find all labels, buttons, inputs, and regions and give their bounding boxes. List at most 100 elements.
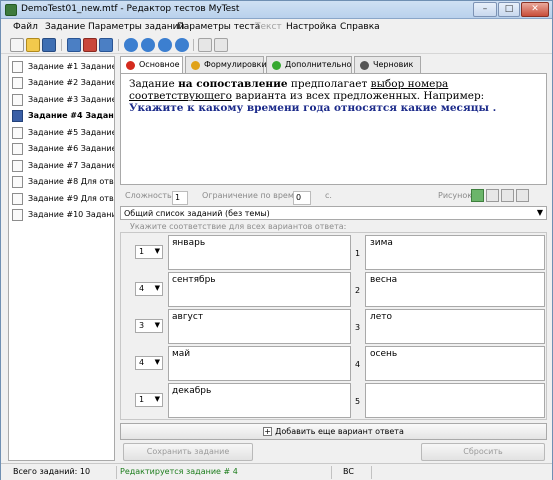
match-row: 3 ▼ август 3 лето — [121, 308, 548, 345]
task-item-9[interactable]: Задание #9 Для ответа — [9, 191, 114, 207]
complexity-input[interactable]: 1 — [172, 191, 188, 205]
yellow-dot-icon — [191, 61, 200, 70]
match-select[interactable]: 1 ▼ — [135, 245, 163, 259]
menu-text[interactable]: Текст — [255, 22, 282, 32]
task-text-icon — [12, 127, 23, 139]
menu-test-params[interactable]: Параметры теста — [177, 22, 260, 32]
task-item-5[interactable]: Задание #5 Задание на — [9, 125, 114, 141]
task-item-2[interactable]: Задание #2 Задание с — [9, 75, 114, 91]
right-option-field[interactable]: весна — [365, 272, 545, 307]
chevron-down-icon: ▼ — [154, 358, 160, 366]
toolbar — [1, 36, 552, 54]
right-option-field[interactable]: зима — [365, 235, 545, 270]
paste-picture-icon[interactable] — [501, 189, 514, 202]
options-bar: Сложность: 1 Ограничение по времени: 0 с… — [120, 188, 547, 205]
left-option-field[interactable]: январь — [168, 235, 351, 270]
status-bar: Всего заданий: 10 Редактируется задание … — [1, 463, 552, 480]
menu-help[interactable]: Справка — [340, 22, 380, 32]
editor-text: варианта из всех предложенных. Например: — [232, 90, 485, 102]
add-task-icon[interactable] — [67, 38, 81, 52]
picture-label: Рисунок: — [438, 191, 475, 200]
right-option-number: 3 — [355, 323, 361, 332]
reset-button[interactable]: Сбросить — [421, 443, 545, 461]
editor-question: Укажите к какому времени года относятся … — [129, 102, 497, 114]
window-title: DemoTest01_new.mtf - Редактор тестов MyT… — [21, 4, 240, 14]
arrow-up-first-icon[interactable] — [124, 38, 138, 52]
title-bar: DemoTest01_new.mtf - Редактор тестов MyT… — [1, 1, 552, 19]
add-answer-button[interactable]: + Добавить еще вариант ответа — [120, 423, 547, 440]
editing-status: Редактируется задание # 4 — [120, 467, 238, 476]
delete-task-icon[interactable] — [83, 38, 97, 52]
tab-draft[interactable]: Черновик — [354, 56, 421, 73]
match-select[interactable]: 4 ▼ — [135, 356, 163, 370]
answers-area: 1 ▼ январь 1 зима 4 ▼ сентябрь 2 весна 3 ▼ … — [120, 232, 547, 420]
tab-wordings[interactable]: Формулировки — [185, 56, 267, 73]
task-check-icon — [12, 209, 23, 221]
menu-file[interactable]: Файл — [13, 22, 38, 32]
paste-icon[interactable] — [214, 38, 228, 52]
task-item-10[interactable]: Задание #10 Задание т — [9, 207, 114, 223]
save-icon[interactable] — [42, 38, 56, 52]
tab-bar: Основное Формулировки Дополнительно Черн… — [120, 56, 547, 74]
match-select[interactable]: 1 ▼ — [135, 393, 163, 407]
picture-slot-icon[interactable] — [486, 189, 499, 202]
total-tasks-status: Всего заданий: 10 — [13, 467, 91, 476]
maximize-button[interactable]: □ — [498, 2, 520, 17]
match-select[interactable]: 4 ▼ — [135, 282, 163, 296]
time-unit-label: с. — [325, 191, 332, 200]
open-folder-icon[interactable] — [26, 38, 40, 52]
right-option-field[interactable]: осень — [365, 346, 545, 381]
right-option-field[interactable] — [365, 383, 545, 418]
tab-main[interactable]: Основное — [120, 56, 183, 74]
editor-text: предполагает — [287, 78, 371, 90]
minimize-button[interactable]: – — [473, 2, 497, 17]
match-row: 4 ▼ сентябрь 2 весна — [121, 271, 548, 308]
clear-picture-icon[interactable] — [516, 189, 529, 202]
task-text-icon — [12, 143, 23, 155]
new-file-icon[interactable] — [10, 38, 24, 52]
menu-settings[interactable]: Настройка — [286, 22, 337, 32]
menu-task[interactable]: Задание — [45, 22, 85, 32]
match-row: 1 ▼ январь 1 зима — [121, 234, 548, 271]
task-item-6[interactable]: Задание #6 Задание на — [9, 141, 114, 157]
close-button[interactable]: ✕ — [521, 2, 549, 17]
task-text-editor[interactable]: Задание на сопоставление предполагает вы… — [120, 73, 547, 185]
menu-bar: Файл Задание Параметры заданий Параметры… — [1, 19, 552, 36]
task-item-4[interactable]: Задание #4 Задание — [9, 108, 114, 124]
left-option-field[interactable]: сентябрь — [168, 272, 351, 307]
task-item-7[interactable]: Задание #7 Задание на — [9, 158, 114, 174]
task-match-icon — [12, 110, 23, 122]
task-text-icon — [12, 193, 23, 205]
left-option-field[interactable]: декабрь — [168, 383, 351, 418]
add-picture-icon[interactable] — [471, 189, 484, 202]
match-select[interactable]: 3 ▼ — [135, 319, 163, 333]
task-text-icon — [12, 160, 23, 172]
arrow-down-last-icon[interactable] — [175, 38, 189, 52]
task-group-select[interactable]: Общий список заданий (без темы) ▼ — [120, 206, 547, 220]
red-dot-icon — [126, 61, 135, 70]
match-row: 1 ▼ декабрь 5 — [121, 382, 548, 419]
task-group-value: Общий список заданий (без темы) — [124, 209, 270, 218]
left-option-field[interactable]: май — [168, 346, 351, 381]
right-option-number: 2 — [355, 286, 361, 295]
left-option-field[interactable]: август — [168, 309, 351, 344]
right-option-number: 1 — [355, 249, 361, 258]
task-text-icon — [12, 94, 23, 106]
arrow-down-icon[interactable] — [158, 38, 172, 52]
copy-icon[interactable] — [198, 38, 212, 52]
main-window: DemoTest01_new.mtf - Редактор тестов MyT… — [0, 0, 553, 480]
chevron-down-icon: ▼ — [536, 208, 543, 217]
task-check-icon — [12, 77, 23, 89]
save-task-button[interactable]: Сохранить задание — [123, 443, 253, 461]
menu-task-params[interactable]: Параметры заданий — [88, 22, 184, 32]
arrow-up-icon[interactable] — [141, 38, 155, 52]
time-limit-input[interactable]: 0 — [293, 191, 311, 205]
task-properties-icon[interactable] — [99, 38, 113, 52]
tab-additional[interactable]: Дополнительно — [266, 56, 352, 73]
task-item-1[interactable]: Задание #1 Задание с о — [9, 59, 114, 75]
right-option-field[interactable]: лето — [365, 309, 545, 344]
task-list-panel: Задание #1 Задание с о Задание #2 Задани… — [8, 56, 115, 461]
task-check-icon — [12, 61, 23, 73]
task-item-3[interactable]: Задание #3 Задание с у — [9, 92, 114, 108]
task-item-8[interactable]: Задание #8 Для ответа — [9, 174, 114, 190]
